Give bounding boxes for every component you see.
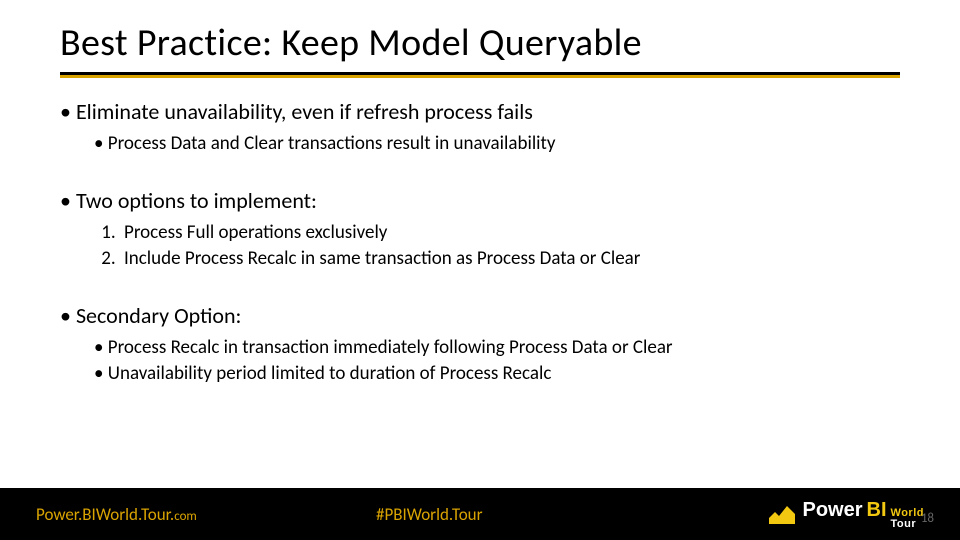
bullet-2-ol-1: Process Full operations exclusively (120, 221, 900, 245)
bullet-2-ol-2: Include Process Recalc in same transacti… (120, 247, 900, 271)
page-number: 18 (921, 511, 934, 526)
slide-content: Eliminate unavailability, even if refres… (0, 78, 960, 385)
bullet-2: Two options to implement: Process Full o… (60, 187, 900, 270)
powerbi-logo-icon (769, 504, 795, 524)
bullet-3-sub-1: Process Recalc in transaction immediatel… (94, 336, 900, 360)
footer-url-main: Power.BIWorld.Tour. (36, 504, 174, 525)
footer-hashtag: #PBIWorld.Tour (376, 504, 636, 525)
slide-title: Best Practice: Keep Model Queryable (0, 0, 960, 72)
bullet-3-sub-2: Unavailability period limited to duratio… (94, 362, 900, 386)
bullet-1: Eliminate unavailability, even if refres… (60, 98, 900, 155)
bullet-3: Secondary Option: Process Recalc in tran… (60, 302, 900, 385)
brand-power: Power (803, 499, 863, 522)
bullet-2-text: Two options to implement: (76, 187, 317, 214)
brand-bi: BI (867, 499, 887, 522)
bullet-3-text: Secondary Option: (76, 302, 241, 329)
brand-world-tour: World Tour (891, 508, 924, 530)
brand-text: Power BI World Tour (803, 499, 925, 530)
footer-brand: Power BI World Tour (769, 499, 925, 530)
footer-bar: Power.BIWorld.Tour.com #PBIWorld.Tour Po… (0, 488, 960, 540)
footer-url: Power.BIWorld.Tour.com (36, 504, 376, 525)
footer-url-tld: com (174, 509, 197, 524)
slide: Best Practice: Keep Model Queryable Elim… (0, 0, 960, 540)
bullet-1-text: Eliminate unavailability, even if refres… (76, 98, 533, 125)
bullet-1-sub-1: Process Data and Clear transactions resu… (94, 132, 900, 156)
